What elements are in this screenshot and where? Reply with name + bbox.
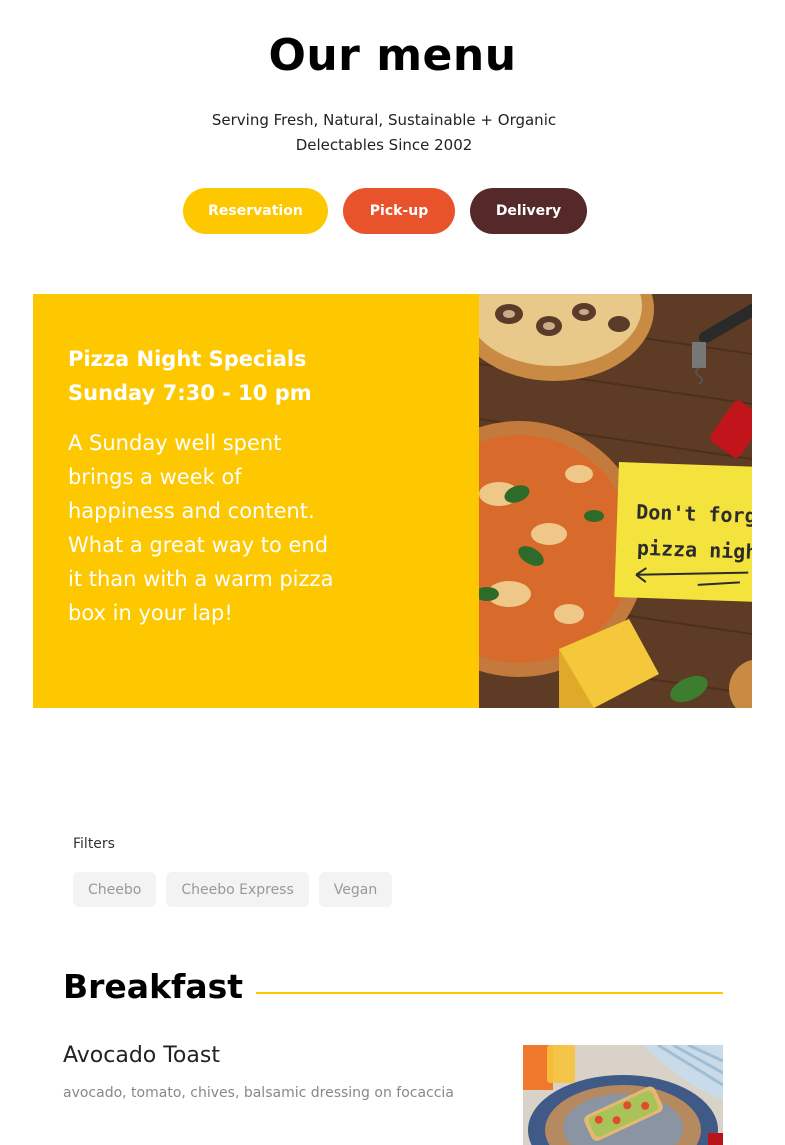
- avocado-toast-illustration: [523, 1045, 723, 1145]
- promo-banner: Pizza Night Specials Sunday 7:30 - 10 pm…: [33, 294, 752, 708]
- page-title: Our menu: [268, 30, 517, 81]
- order-type-actions: Reservation Pick-up Delivery: [0, 188, 770, 234]
- subtitle-line-2: Delectables Since 2002: [295, 136, 473, 154]
- pickup-button[interactable]: Pick-up: [343, 188, 455, 234]
- menu-item-name[interactable]: Avocado Toast: [63, 1043, 220, 1068]
- section-title-breakfast: Breakfast: [63, 967, 244, 1006]
- filter-chip-cheebo[interactable]: Cheebo: [73, 872, 157, 907]
- promo-heading-line-2: Sunday 7:30 - 10 pm: [68, 381, 312, 405]
- menu-item-description: avocado, tomato, chives, balsamic dressi…: [63, 1085, 454, 1101]
- pizza-image: Don't forge pizza night: [479, 294, 752, 708]
- filter-chip-cheebo-express[interactable]: Cheebo Express: [166, 872, 309, 907]
- menu-item-photo[interactable]: [523, 1045, 723, 1145]
- section-divider: [256, 992, 723, 994]
- reservation-button[interactable]: Reservation: [183, 188, 328, 234]
- filters-label: Filters: [73, 836, 115, 852]
- promo-body: A Sunday well spent brings a week of hap…: [68, 431, 334, 625]
- note-text-line-1: Don't forge: [636, 500, 752, 529]
- subtitle-line-1: Serving Fresh, Natural, Sustainable + Or…: [211, 111, 557, 129]
- note-text-line-2: pizza night: [637, 536, 752, 565]
- pizza-illustration: Don't forge pizza night: [479, 294, 752, 708]
- promo-heading: Pizza Night Specials Sunday 7:30 - 10 pm: [68, 342, 444, 410]
- delivery-button[interactable]: Delivery: [470, 188, 587, 234]
- page-subtitle: Serving Fresh, Natural, Sustainable + Or…: [200, 108, 568, 158]
- filter-chip-vegan[interactable]: Vegan: [318, 872, 393, 907]
- filter-chip-group: Cheebo Cheebo Express Vegan: [73, 872, 393, 907]
- promo-heading-line-1: Pizza Night Specials: [68, 347, 307, 371]
- promo-text-panel: Pizza Night Specials Sunday 7:30 - 10 pm…: [33, 294, 479, 708]
